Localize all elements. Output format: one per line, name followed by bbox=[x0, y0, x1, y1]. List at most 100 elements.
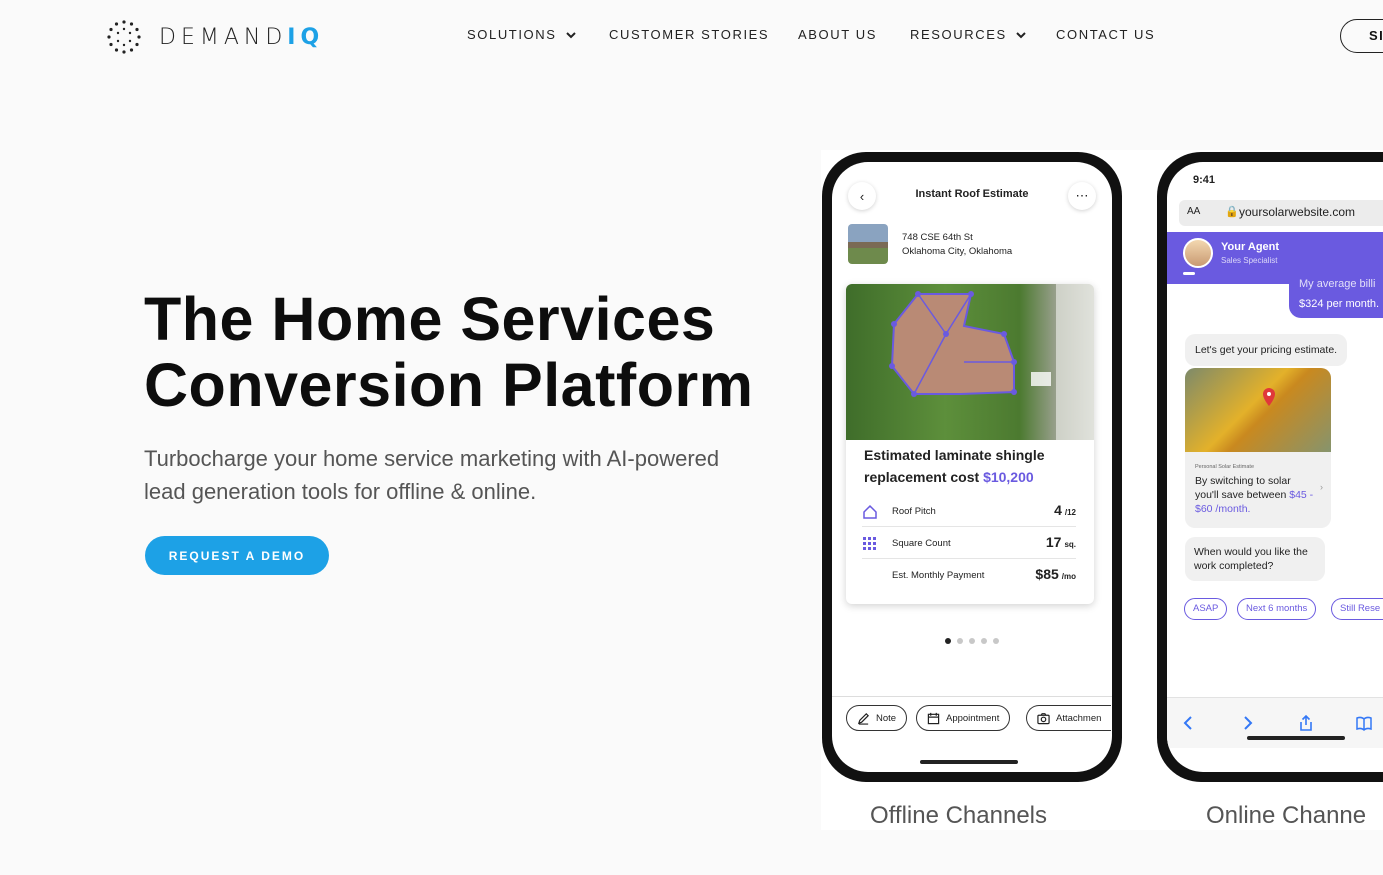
offline-channels-label: Offline Channels bbox=[870, 802, 1047, 829]
carousel-dot[interactable] bbox=[981, 638, 987, 644]
attachment-label: Attachmen bbox=[1056, 712, 1102, 724]
action-bar: Note Appointment Attachmen bbox=[832, 696, 1112, 747]
nav-item-contact-us[interactable]: CONTACT US bbox=[1056, 27, 1155, 42]
spec-label: Est. Monthly Payment bbox=[892, 570, 985, 581]
bot-message-bubble: Let's get your pricing estimate. bbox=[1185, 334, 1348, 366]
home-indicator bbox=[1247, 736, 1345, 740]
sign-in-button[interactable]: SI bbox=[1340, 19, 1383, 53]
status-time: 9:41 bbox=[1193, 174, 1216, 186]
house-outline-icon bbox=[863, 504, 877, 519]
roof-estimate-card: Estimated laminate shingle replacement c… bbox=[846, 284, 1094, 604]
carousel-dot[interactable] bbox=[969, 638, 975, 644]
forward-arrow-icon[interactable] bbox=[1239, 714, 1257, 732]
appointment-button[interactable]: Appointment bbox=[916, 705, 1011, 731]
map-pin-icon bbox=[1263, 388, 1275, 406]
page-title: The Home Services Conversion Platform bbox=[144, 286, 794, 418]
satellite-map-image bbox=[1185, 368, 1331, 452]
property-address: 748 CSE 64th St Oklahoma City, Oklahoma bbox=[902, 231, 1012, 259]
carousel-dot[interactable] bbox=[957, 638, 963, 644]
more-icon[interactable]: ⋯ bbox=[1068, 182, 1096, 210]
carousel-dot[interactable] bbox=[993, 638, 999, 644]
agent-avatar bbox=[1183, 238, 1213, 268]
share-icon[interactable] bbox=[1297, 714, 1315, 732]
brand-wordmark: DEMANDIQ bbox=[159, 25, 324, 50]
nav-item-resources[interactable]: RESOURCES bbox=[910, 27, 1027, 42]
brand-name-main: DEMAND bbox=[159, 24, 288, 50]
agent-name: Your Agent bbox=[1221, 241, 1280, 253]
spec-value: 4/12 bbox=[1054, 502, 1076, 518]
browser-toolbar bbox=[1167, 697, 1383, 748]
chat-agent-header: Your Agent Sales Specialist bbox=[1167, 232, 1383, 284]
spec-row-roof-pitch: Roof Pitch 4/12 bbox=[862, 496, 1076, 527]
back-arrow-icon[interactable] bbox=[1179, 714, 1197, 732]
nav-item-customer-stories[interactable]: CUSTOMER STORIES bbox=[609, 27, 769, 42]
product-showcase: ‹ Instant Roof Estimate ⋯ 748 CSE 64th S… bbox=[821, 150, 1383, 830]
online-phone-mockup: 9:41 AA 🔒 yoursolarwebsite.com Your Agen… bbox=[1157, 152, 1383, 782]
carousel-dot[interactable] bbox=[945, 638, 951, 644]
user-message-partial: My average billi bbox=[1299, 278, 1376, 290]
url-text: yoursolarwebsite.com bbox=[1239, 205, 1356, 219]
spec-row-square-count: Square Count 17 sq. bbox=[862, 528, 1076, 559]
offline-phone-mockup: ‹ Instant Roof Estimate ⋯ 748 CSE 64th S… bbox=[822, 152, 1122, 782]
nav-item-about-us[interactable]: ABOUT US bbox=[798, 27, 877, 42]
option-still-researching[interactable]: Still Rese bbox=[1331, 598, 1383, 620]
option-next-6-months[interactable]: Next 6 months bbox=[1237, 598, 1317, 620]
spec-row-monthly-payment: Est. Monthly Payment $85/mo bbox=[862, 560, 1076, 590]
progress-indicator bbox=[1183, 272, 1195, 275]
nav-item-label: CONTACT US bbox=[1056, 27, 1156, 42]
online-channels-label: Online Channe bbox=[1206, 802, 1367, 829]
chevron-right-icon: › bbox=[1320, 482, 1323, 492]
note-label: Note bbox=[876, 712, 897, 724]
bookmarks-icon[interactable] bbox=[1355, 714, 1373, 732]
grid-icon bbox=[863, 537, 876, 550]
carousel-dots[interactable] bbox=[832, 638, 1112, 644]
roof-outline-overlay bbox=[889, 284, 1094, 440]
browser-url-bar[interactable]: AA 🔒 yoursolarwebsite.com bbox=[1179, 200, 1383, 226]
text-size-button[interactable]: AA bbox=[1187, 206, 1200, 217]
chevron-down-icon bbox=[565, 31, 576, 38]
estimate-text: Estimated laminate shingle replacement c… bbox=[864, 444, 1084, 488]
nav-item-label: ABOUT US bbox=[798, 27, 878, 42]
aerial-roof-image bbox=[846, 284, 1094, 440]
brand-logo[interactable]: DEMANDIQ bbox=[107, 20, 324, 54]
lock-icon: 🔒 bbox=[1225, 206, 1239, 218]
dot-ring-logo-icon bbox=[107, 20, 141, 54]
offline-phone-screen: ‹ Instant Roof Estimate ⋯ 748 CSE 64th S… bbox=[832, 162, 1112, 772]
request-demo-button[interactable]: REQUEST A DEMO bbox=[145, 536, 329, 575]
brand-name-accent: IQ bbox=[287, 24, 325, 50]
savings-label: By switching to solar you'll save betwee… bbox=[1195, 475, 1291, 501]
spec-label: Square Count bbox=[892, 538, 951, 549]
estimate-tag: Personal Solar Estimate bbox=[1195, 464, 1254, 470]
nav-item-label: CUSTOMER STORIES bbox=[609, 27, 770, 42]
chevron-down-icon bbox=[1016, 31, 1026, 38]
house-thumbnail bbox=[848, 224, 888, 264]
user-message-bubble: My average billi $324 per month. bbox=[1289, 278, 1383, 318]
user-message-text: $324 per month. bbox=[1299, 298, 1380, 310]
solar-estimate-card[interactable]: Personal Solar Estimate By switching to … bbox=[1185, 368, 1331, 528]
appointment-label: Appointment bbox=[946, 712, 1000, 724]
address-line-1: 748 CSE 64th St bbox=[902, 232, 973, 243]
title-line-2: Conversion Platform bbox=[144, 351, 754, 419]
title-line-1: The Home Services bbox=[144, 285, 716, 353]
nav-item-label: SOLUTIONS bbox=[467, 27, 557, 42]
home-indicator bbox=[920, 760, 1018, 764]
note-button[interactable]: Note bbox=[846, 705, 908, 731]
estimate-price: $10,200 bbox=[983, 469, 1034, 485]
app-topbar: ‹ Instant Roof Estimate ⋯ bbox=[832, 180, 1112, 210]
savings-text: By switching to solar you'll save betwee… bbox=[1195, 474, 1315, 516]
online-phone-screen: 9:41 AA 🔒 yoursolarwebsite.com Your Agen… bbox=[1167, 162, 1383, 772]
option-asap[interactable]: ASAP bbox=[1184, 598, 1228, 620]
attachment-button[interactable]: Attachmen bbox=[1026, 705, 1112, 731]
bot-question-bubble: When would you like the work completed? bbox=[1185, 537, 1325, 581]
nav-item-solutions[interactable]: SOLUTIONS bbox=[467, 27, 577, 42]
address-line-2: Oklahoma City, Oklahoma bbox=[902, 246, 1013, 257]
hero-subtitle: Turbocharge your home service marketing … bbox=[144, 446, 720, 504]
calendar-icon bbox=[927, 712, 940, 724]
spec-label: Roof Pitch bbox=[892, 506, 936, 517]
nav-item-label: RESOURCES bbox=[910, 27, 1007, 42]
agent-role: Sales Specialist bbox=[1221, 256, 1278, 265]
camera-icon bbox=[1037, 712, 1050, 724]
spec-value: $85/mo bbox=[1035, 566, 1076, 582]
spec-value: 17 sq. bbox=[1045, 534, 1076, 550]
pencil-icon bbox=[857, 712, 869, 725]
